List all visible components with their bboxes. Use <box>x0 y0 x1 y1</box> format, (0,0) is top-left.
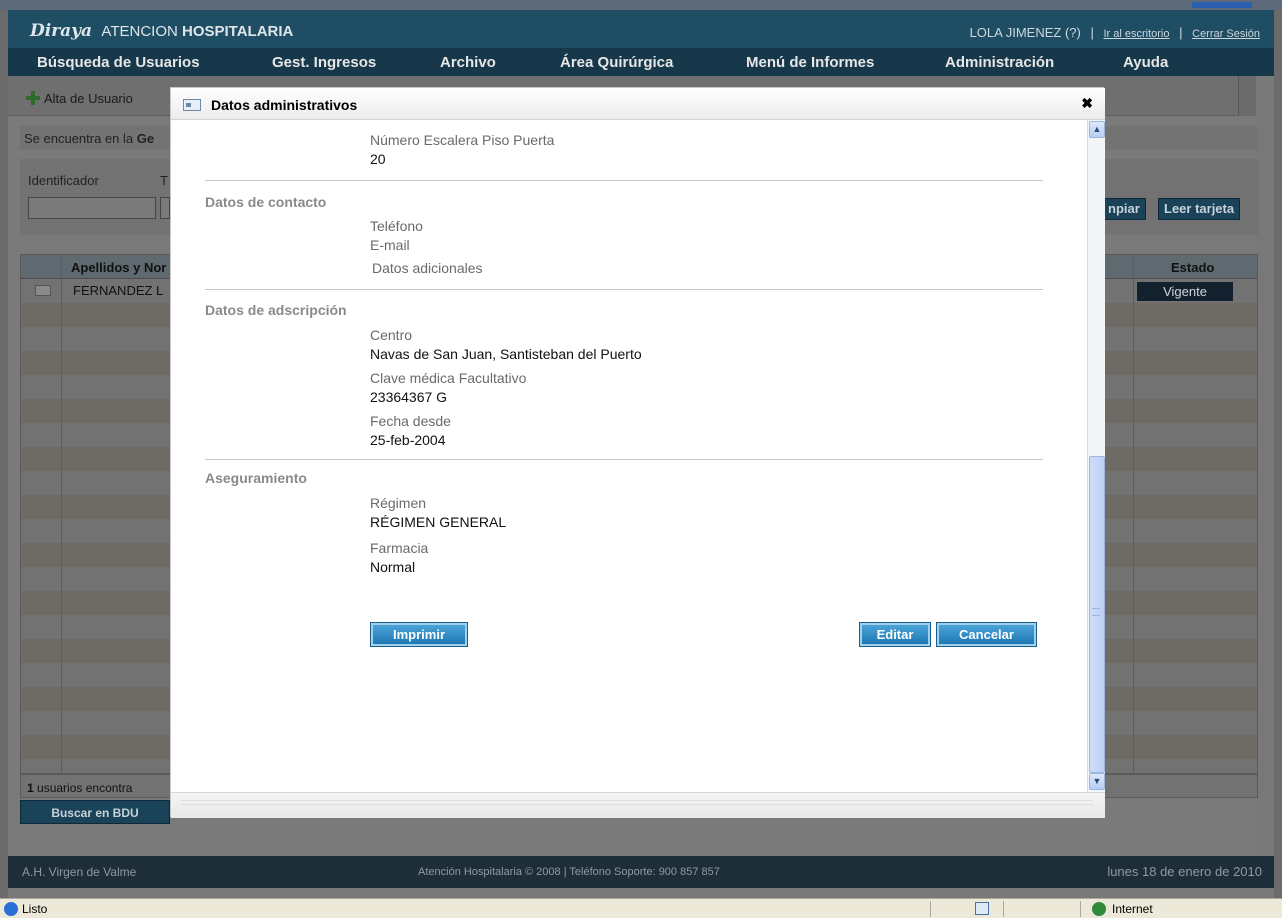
logo-text: ATENCION <box>101 23 178 40</box>
t-label: T <box>160 173 168 188</box>
cancel-button[interactable]: Cancelar <box>936 622 1037 647</box>
menu-ayuda[interactable]: Ayuda <box>1123 54 1168 71</box>
address-number: 20 <box>370 151 386 167</box>
copyright-text: Atención Hospitalaria © 2008 | Teléfono … <box>418 866 720 878</box>
security-zone: Internet <box>1112 902 1153 916</box>
status-divider <box>1080 901 1081 917</box>
status-divider <box>1003 901 1004 917</box>
result-text: usuarios encontra <box>37 781 133 795</box>
column-divider <box>61 255 62 773</box>
menu-busqueda-usuarios[interactable]: Búsqueda de Usuarios <box>37 54 200 71</box>
telefono-label: Teléfono <box>370 218 423 234</box>
window-top-strip <box>0 0 1282 10</box>
user-name: LOLA JIMENEZ (?) <box>969 25 1081 40</box>
window-control-strip <box>1192 2 1252 8</box>
user-area: LOLA JIMENEZ (?) | Ir al escritorio | Ce… <box>970 25 1260 40</box>
menu-archivo[interactable]: Archivo <box>440 54 496 71</box>
hospital-name: A.H. Virgen de Valme <box>22 865 137 879</box>
menu-administracion[interactable]: Administración <box>945 54 1054 71</box>
read-card-button[interactable]: Leer tarjeta <box>1158 198 1241 220</box>
column-header-name[interactable]: Apellidos y Nor <box>71 260 166 275</box>
edit-button[interactable]: Editar <box>859 622 931 647</box>
clear-button[interactable]: npiar <box>1102 198 1146 220</box>
dialog-scrollbar[interactable]: ▲ ▼ <box>1087 120 1105 792</box>
menu-gest-ingresos[interactable]: Gest. Ingresos <box>272 54 376 71</box>
close-icon[interactable]: ✖ <box>1081 95 1093 112</box>
section-title-adscripcion: Datos de adscripción <box>205 302 347 318</box>
app-footer: A.H. Virgen de Valme Atención Hospitalar… <box>8 856 1274 888</box>
divider <box>181 804 1093 805</box>
location-prefix: Se encuentra en la <box>24 131 134 146</box>
additional-data-label: Datos adicionales <box>372 260 483 276</box>
scroll-up-icon[interactable]: ▲ <box>1089 121 1105 138</box>
current-date: lunes 18 de enero de 2010 <box>1107 864 1262 879</box>
plus-icon <box>26 91 40 105</box>
search-bdu-button[interactable]: Buscar en BDU <box>20 800 170 824</box>
dialog-body: Número Escalera Piso Puerta 20 Datos de … <box>171 120 1087 792</box>
globe-icon <box>1092 902 1106 916</box>
regimen-value: RÉGIMEN GENERAL <box>370 514 507 530</box>
app-header: Diraya ATENCION HOSPITALARIA LOLA JIMENE… <box>8 10 1274 48</box>
logo-text-bold: HOSPITALARIA <box>182 23 294 40</box>
status-text: Listo <box>22 902 48 916</box>
status-badge: Vigente <box>1137 282 1233 301</box>
centro-label: Centro <box>370 327 413 343</box>
dialog-titlebar: Datos administrativos ✖ <box>171 88 1105 120</box>
identificador-label: Identificador <box>28 173 99 188</box>
address-labels: Número Escalera Piso Puerta <box>370 132 555 148</box>
menu-informes[interactable]: Menú de Informes <box>746 54 874 71</box>
identificador-input[interactable] <box>28 197 156 219</box>
clave-medica-value: 23364367 G <box>370 389 448 405</box>
result-count: 1 <box>27 781 34 795</box>
logo-brand: Diraya <box>30 21 93 41</box>
browser-icon <box>4 902 18 916</box>
column-header-estado[interactable]: Estado <box>1171 260 1214 275</box>
page-scrollbar[interactable] <box>1238 76 1256 116</box>
admin-data-dialog: Datos administrativos ✖ Número Escalera … <box>170 87 1105 818</box>
status-divider <box>930 901 931 917</box>
desktop-link[interactable]: Ir al escritorio <box>1103 28 1169 40</box>
menu-area-quirurgica[interactable]: Área Quirúrgica <box>560 54 673 71</box>
add-user-button[interactable]: Alta de Usuario <box>26 89 133 106</box>
section-divider <box>205 459 1043 460</box>
print-button[interactable]: Imprimir <box>370 622 468 647</box>
section-title-aseguramiento: Aseguramiento <box>205 470 307 486</box>
location-current: Ge <box>136 131 155 146</box>
scroll-grip-icon <box>1092 608 1100 616</box>
dialog-title: Datos administrativos <box>211 97 358 113</box>
section-title-contacto: Datos de contacto <box>205 194 327 210</box>
divider <box>181 800 1093 801</box>
add-user-label: Alta de Usuario <box>44 91 133 106</box>
separator: | <box>1179 25 1183 40</box>
type-select[interactable] <box>160 197 170 219</box>
fecha-desde-label: Fecha desde <box>370 413 451 429</box>
app-logo: Diraya ATENCION HOSPITALARIA <box>30 21 293 41</box>
column-divider <box>1133 255 1134 773</box>
regimen-label: Régimen <box>370 495 427 511</box>
scroll-down-icon[interactable]: ▼ <box>1089 773 1105 790</box>
section-divider <box>205 180 1043 181</box>
separator: | <box>1090 25 1094 40</box>
page-icon <box>975 902 989 915</box>
id-card-icon <box>183 99 201 111</box>
section-divider <box>205 289 1043 290</box>
card-icon[interactable] <box>35 285 51 296</box>
main-menu: Búsqueda de Usuarios Gest. Ingresos Arch… <box>8 48 1274 76</box>
centro-value: Navas de San Juan, Santisteban del Puert… <box>370 346 642 362</box>
fecha-desde-value: 25-feb-2004 <box>370 432 446 448</box>
clave-medica-label: Clave médica Facultativo <box>370 370 527 386</box>
farmacia-label: Farmacia <box>370 540 429 556</box>
dialog-bottom-bar <box>171 792 1105 818</box>
row-name: FERNANDEZ L <box>73 283 164 298</box>
logout-link[interactable]: Cerrar Sesión <box>1192 28 1260 40</box>
farmacia-value: Normal <box>370 559 416 575</box>
email-label: E-mail <box>370 237 410 253</box>
browser-status-bar: Listo Internet <box>0 898 1282 918</box>
